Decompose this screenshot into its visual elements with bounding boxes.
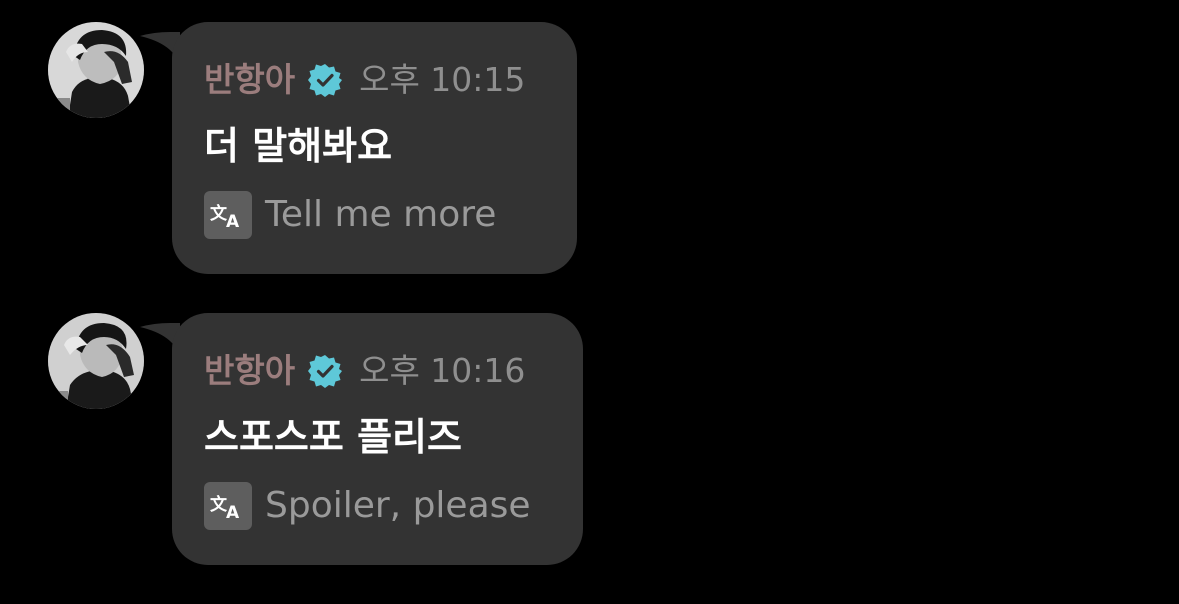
chat-message: 반항아 오후 10:15 더 말해봐요 文 A Tell me more (0, 0, 700, 274)
avatar[interactable] (48, 313, 144, 409)
message-text: 더 말해봐요 (204, 124, 393, 168)
verified-badge-icon (308, 63, 343, 97)
verified-badge-icon (308, 354, 343, 388)
avatar-photo (48, 313, 144, 409)
message-bubble[interactable]: 반항아 오후 10:15 더 말해봐요 文 A Tell me more (172, 22, 577, 274)
translation-row[interactable]: 文 A Tell me more (204, 191, 496, 239)
translation-text: Tell me more (265, 194, 497, 235)
sender-name[interactable]: 반항아 (204, 351, 295, 391)
message-header: 반항아 오후 10:15 (204, 60, 525, 100)
avatar-photo (48, 22, 144, 118)
svg-text:A: A (226, 212, 240, 232)
message-header: 반항아 오후 10:16 (204, 351, 525, 391)
translation-row[interactable]: 文 A Spoiler, please (204, 482, 531, 530)
message-time: 오후 10:16 (359, 351, 526, 390)
translate-icon: 文 A (204, 482, 252, 530)
sender-name[interactable]: 반항아 (204, 60, 295, 100)
avatar[interactable] (48, 22, 144, 118)
message-time: 오후 10:15 (359, 60, 526, 99)
message-bubble[interactable]: 반항아 오후 10:16 스포스포 플리즈 文 A Spoiler, pleas… (172, 313, 583, 565)
message-text: 스포스포 플리즈 (204, 415, 462, 459)
translation-text: Spoiler, please (265, 485, 531, 526)
translate-icon: 文 A (204, 191, 252, 239)
chat-message: 반항아 오후 10:16 스포스포 플리즈 文 A Spoiler, pleas… (0, 291, 700, 565)
svg-text:A: A (226, 503, 240, 523)
